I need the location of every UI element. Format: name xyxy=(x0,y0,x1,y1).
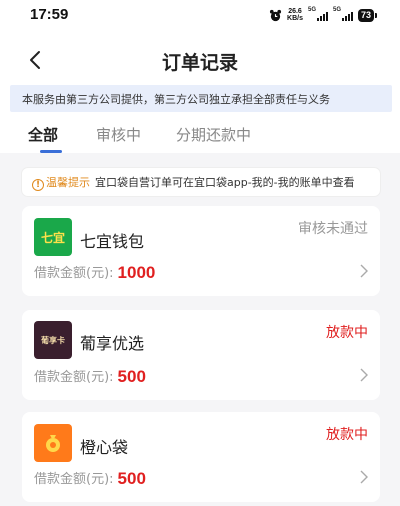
service-notice: 本服务由第三方公司提供，第三方公司独立承担全部责任与义务 xyxy=(10,85,392,112)
tip-banner: ! 温馨提示 宜口袋自营订单可在宜口袋app-我的-我的账单中查看 xyxy=(22,168,380,196)
app-logo: 葡享卡 xyxy=(34,321,72,359)
amount-label: 借款金额(元): xyxy=(34,370,114,385)
tab-all[interactable]: 全部 xyxy=(28,124,58,145)
network-speed: 26.6 KB/s xyxy=(287,8,303,22)
amount-value: 500 xyxy=(117,367,146,386)
app-logo: 七宜 xyxy=(34,218,72,256)
order-card[interactable]: 葡享卡 葡享优选 放款中 借款金额(元): 500 xyxy=(22,310,380,400)
signal-label: 5G xyxy=(332,7,341,13)
active-tab-indicator xyxy=(40,150,62,153)
page-title: 订单记录 xyxy=(161,52,238,74)
signal-icon: 5G xyxy=(332,7,353,21)
tab-installment[interactable]: 分期还款中 xyxy=(176,124,251,145)
amount-value: 1000 xyxy=(117,263,156,282)
status-time: 17:59 xyxy=(30,6,69,23)
logo-text: 七宜 xyxy=(40,230,65,245)
chevron-right-icon xyxy=(360,264,368,278)
amount-label: 借款金额(元): xyxy=(34,472,114,487)
signal-label: 5G xyxy=(307,7,316,13)
amount-row: 借款金额(元): 500 xyxy=(34,366,146,387)
signal-icon: 5G xyxy=(307,7,328,21)
speed-value: 26.6 xyxy=(288,8,302,15)
order-status: 审核未通过 xyxy=(298,221,368,237)
order-card[interactable]: 橙心袋 放款中 借款金额(元): 500 xyxy=(22,412,380,502)
app-logo xyxy=(34,424,72,462)
chevron-right-icon xyxy=(360,470,368,484)
status-bar: 17:59 26.6 KB/s 5G 5G 73 xyxy=(0,0,400,30)
nav-bar: 订单记录 xyxy=(0,44,400,76)
chevron-right-icon xyxy=(360,368,368,382)
tab-reviewing[interactable]: 审核中 xyxy=(96,124,141,145)
tip-text: 宜口袋自营订单可在宜口袋app-我的-我的账单中查看 xyxy=(95,176,355,189)
amount-row: 借款金额(元): 500 xyxy=(34,468,146,489)
amount-value: 500 xyxy=(117,469,146,488)
amount-row: 借款金额(元): 1000 xyxy=(34,262,155,283)
order-app-name: 橙心袋 xyxy=(80,438,129,457)
tip-label: 温馨提示 xyxy=(46,176,90,189)
order-app-name: 七宜钱包 xyxy=(80,232,145,251)
order-status: 放款中 xyxy=(326,427,368,443)
alarm-icon xyxy=(269,9,282,21)
order-app-name: 葡享优选 xyxy=(80,334,145,353)
battery-icon: 73 xyxy=(357,8,378,22)
info-icon: ! xyxy=(32,179,44,191)
money-bag-icon xyxy=(46,435,60,452)
order-card[interactable]: 七宜 七宜钱包 审核未通过 借款金额(元): 1000 xyxy=(22,206,380,296)
logo-text: 葡享卡 xyxy=(41,335,65,345)
order-status: 放款中 xyxy=(326,325,368,341)
tab-bar: 全部 审核中 分期还款中 xyxy=(0,122,400,153)
speed-unit: KB/s xyxy=(287,15,303,22)
status-icons: 26.6 KB/s 5G 5G 73 xyxy=(269,7,378,23)
amount-label: 借款金额(元): xyxy=(34,266,114,281)
